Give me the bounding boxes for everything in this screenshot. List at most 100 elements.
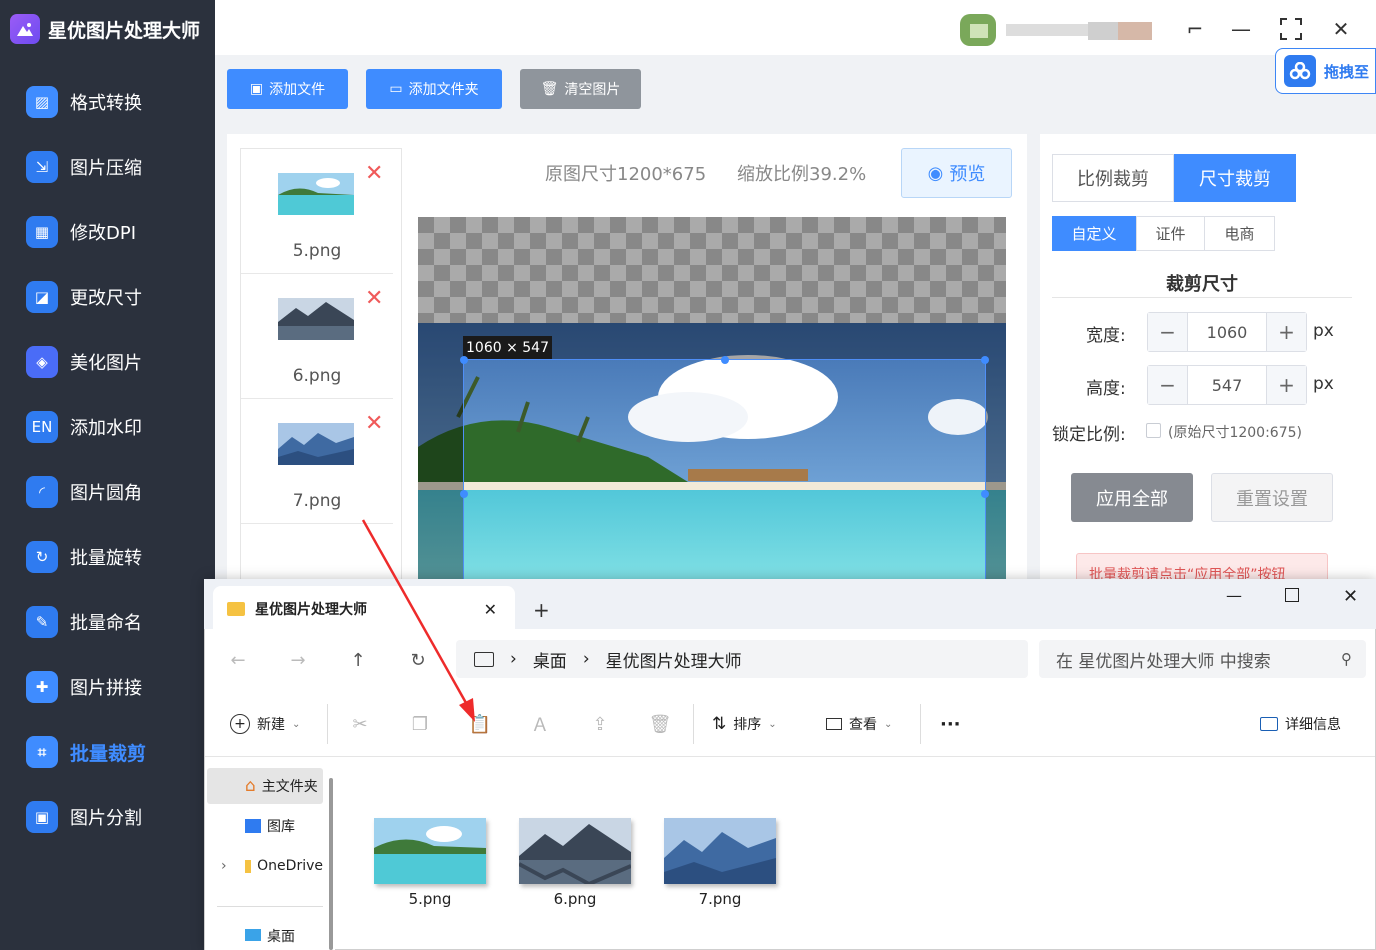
share-icon[interactable]: ⇪ bbox=[586, 710, 614, 738]
delete-icon[interactable]: ✕ bbox=[365, 286, 383, 311]
search-input[interactable]: 在 星优图片处理大师 中搜索 ⚲ bbox=[1039, 640, 1366, 678]
user-profile[interactable] bbox=[958, 14, 1158, 46]
preview-button[interactable]: ◉ 预览 bbox=[901, 148, 1012, 198]
delete-icon[interactable]: ✕ bbox=[365, 411, 383, 436]
minimize-icon[interactable]: — bbox=[1226, 14, 1256, 44]
divider bbox=[217, 906, 323, 907]
clear-images-button[interactable]: 🗑 清空图片 bbox=[520, 69, 641, 109]
add-folder-button[interactable]: ▭ 添加文件夹 bbox=[366, 69, 502, 109]
delete-icon[interactable]: 🗑 bbox=[646, 710, 674, 738]
ecommerce-tab[interactable]: 电商 bbox=[1204, 216, 1275, 251]
nav-scrollbar[interactable] bbox=[329, 778, 333, 950]
sidebar-item[interactable]: EN 添加水印 bbox=[0, 399, 215, 455]
add-file-button[interactable]: ▣ 添加文件 bbox=[227, 69, 348, 109]
view-button[interactable]: 查看 ⌄ bbox=[826, 708, 892, 740]
sort-button[interactable]: ⇅ 排序 ⌄ bbox=[712, 708, 777, 740]
forward-icon[interactable]: → bbox=[284, 646, 312, 674]
sidebar-item[interactable]: ▣ 图片分割 bbox=[0, 789, 215, 845]
breadcrumb-desktop[interactable]: 桌面 bbox=[533, 647, 567, 672]
width-label: 宽度: bbox=[1086, 326, 1126, 346]
increase-icon[interactable]: + bbox=[1267, 313, 1306, 351]
breadcrumb-folder[interactable]: 星优图片处理大师 bbox=[606, 647, 742, 672]
tree-item-gallery[interactable]: 图库 bbox=[207, 808, 323, 844]
ratio-crop-tab[interactable]: 比例裁剪 bbox=[1052, 154, 1174, 202]
address-bar[interactable]: › 桌面 › 星优图片处理大师 bbox=[456, 640, 1028, 678]
crop-handle[interactable] bbox=[981, 490, 989, 498]
sidebar-item-label: 修改DPI bbox=[70, 223, 137, 244]
sidebar-item[interactable]: ◪ 更改尺寸 bbox=[0, 269, 215, 325]
crop-box[interactable] bbox=[460, 356, 989, 601]
original-size-text: 原图尺寸1200*675 bbox=[545, 164, 707, 185]
sidebar-item[interactable]: ▨ 格式转换 bbox=[0, 74, 215, 130]
app-title: 星优图片处理大师 bbox=[10, 12, 200, 46]
sidebar-item-label: 图片拼接 bbox=[70, 678, 142, 699]
sidebar-item[interactable]: ◜ 图片圆角 bbox=[0, 464, 215, 520]
file-thumbnail[interactable] bbox=[374, 818, 486, 884]
new-button[interactable]: + 新建 ⌄ bbox=[230, 708, 300, 740]
sidebar-item[interactable]: ◈ 美化图片 bbox=[0, 334, 215, 390]
height-input[interactable]: 547 bbox=[1187, 366, 1267, 404]
rename-icon[interactable]: Ａ bbox=[526, 710, 554, 738]
sidebar-item[interactable]: ⌗ 批量裁剪 bbox=[0, 724, 215, 780]
divider bbox=[327, 704, 328, 744]
maximize-icon[interactable] bbox=[1276, 14, 1306, 44]
id-photo-tab[interactable]: 证件 bbox=[1136, 216, 1205, 251]
crop-settings-panel bbox=[1040, 134, 1376, 594]
delete-icon[interactable]: ✕ bbox=[365, 161, 383, 186]
chevron-right-icon: › bbox=[510, 649, 517, 669]
custom-tab[interactable]: 自定义 bbox=[1052, 216, 1136, 251]
crop-handle[interactable] bbox=[981, 356, 989, 364]
sidebar-item[interactable]: ▦ 修改DPI bbox=[0, 204, 215, 260]
app-title-text: 星优图片处理大师 bbox=[48, 19, 201, 42]
file-name[interactable]: 5.png bbox=[374, 890, 486, 908]
lock-ratio-checkbox[interactable] bbox=[1146, 423, 1161, 438]
back-icon[interactable]: ← bbox=[224, 646, 252, 674]
explorer-close-icon[interactable]: ✕ bbox=[1343, 586, 1358, 607]
watermark-icon: EN bbox=[26, 411, 58, 443]
width-input[interactable]: 1060 bbox=[1187, 313, 1267, 351]
explorer-minimize-icon[interactable]: — bbox=[1226, 586, 1242, 605]
reset-button[interactable]: 重置设置 bbox=[1211, 473, 1333, 522]
rounded-corner-icon: ◜ bbox=[26, 476, 58, 508]
lock-ratio-label: 锁定比例: bbox=[1052, 425, 1126, 445]
apply-all-button[interactable]: 应用全部 bbox=[1071, 473, 1193, 522]
puzzle-icon: ✚ bbox=[26, 671, 58, 703]
pin-icon[interactable]: ⌐ bbox=[1180, 14, 1210, 44]
file-item[interactable]: 5.png ✕ bbox=[241, 149, 393, 274]
file-name[interactable]: 7.png bbox=[664, 890, 776, 908]
sidebar-item[interactable]: ✚ 图片拼接 bbox=[0, 659, 215, 715]
scale-text: 缩放比例39.2% bbox=[737, 164, 867, 185]
tree-item-desktop[interactable]: 桌面 bbox=[207, 926, 323, 950]
file-thumbnail[interactable] bbox=[664, 818, 776, 884]
decrease-icon[interactable]: − bbox=[1148, 366, 1187, 404]
height-stepper[interactable]: − 547 + bbox=[1147, 365, 1307, 405]
file-item[interactable]: 7.png ✕ bbox=[241, 399, 393, 524]
sidebar-item[interactable]: ↻ 批量旋转 bbox=[0, 529, 215, 585]
file-thumbnail[interactable] bbox=[519, 818, 631, 884]
tree-item-onedrive[interactable]: › OneDrive bbox=[207, 848, 323, 884]
drag-to-cloud-button[interactable]: 拖拽至 bbox=[1275, 48, 1376, 94]
size-crop-tab[interactable]: 尺寸裁剪 bbox=[1174, 154, 1296, 202]
compress-icon: ⇲ bbox=[26, 151, 58, 183]
decrease-icon[interactable]: − bbox=[1148, 313, 1187, 351]
increase-icon[interactable]: + bbox=[1267, 366, 1306, 404]
file-item[interactable]: 6.png ✕ bbox=[241, 274, 393, 399]
crop-handle[interactable] bbox=[460, 490, 468, 498]
file-thumbnail bbox=[278, 423, 354, 465]
view-icon bbox=[826, 718, 842, 730]
crop-handle[interactable] bbox=[460, 356, 468, 364]
width-stepper[interactable]: − 1060 + bbox=[1147, 312, 1307, 352]
tree-item-home[interactable]: ⌂ 主文件夹 bbox=[207, 768, 323, 804]
sidebar-item-label: 美化图片 bbox=[70, 353, 142, 374]
crop-handle[interactable] bbox=[721, 356, 729, 364]
new-tab-icon[interactable]: + bbox=[533, 598, 550, 622]
close-icon[interactable]: ✕ bbox=[1326, 14, 1356, 44]
details-button[interactable]: 详细信息 bbox=[1260, 708, 1341, 740]
explorer-maximize-icon[interactable] bbox=[1285, 588, 1299, 602]
tab-close-icon[interactable]: ✕ bbox=[484, 600, 497, 619]
crop-size-label: 1060 × 547 bbox=[463, 336, 552, 360]
sidebar-item[interactable]: ✎ 批量命名 bbox=[0, 594, 215, 650]
file-name[interactable]: 6.png bbox=[519, 890, 631, 908]
sidebar-item[interactable]: ⇲ 图片压缩 bbox=[0, 139, 215, 195]
more-options-button[interactable]: ··· bbox=[940, 708, 961, 740]
